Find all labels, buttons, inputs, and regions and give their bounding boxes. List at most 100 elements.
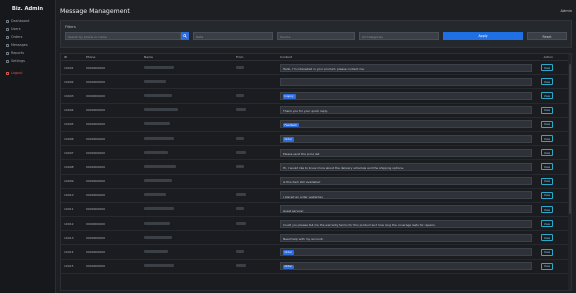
redacted-name xyxy=(144,264,174,268)
content-box: Is this item still available? xyxy=(280,177,532,186)
view-button[interactable]: View xyxy=(541,262,553,270)
cell-from xyxy=(236,236,280,240)
table-row[interactable]: 10011 0000000000 Great service! View xyxy=(61,203,571,218)
category-badge: Order xyxy=(282,136,294,142)
apply-button[interactable]: Apply xyxy=(443,32,523,40)
content-box: Hello, I'm interested in your product, p… xyxy=(280,63,532,72)
cell-name xyxy=(144,122,236,126)
gear-icon xyxy=(6,59,9,63)
cell-action: View xyxy=(536,262,556,270)
cell-id: 10010 xyxy=(64,193,74,198)
table-row[interactable]: 10012 0000000000 Could you please tell me … xyxy=(61,217,571,232)
table-row[interactable]: 10001 0000000000 Hello, I'm interested in … xyxy=(61,61,571,76)
table-scrollbar[interactable] xyxy=(568,54,571,290)
source-select[interactable]: Source xyxy=(277,32,355,40)
report-icon xyxy=(6,51,9,55)
redacted-name xyxy=(144,235,172,239)
view-button[interactable]: View xyxy=(541,92,553,100)
table-row[interactable]: 10015 0000000000 Order View xyxy=(61,260,571,274)
scrollbar-thumb[interactable] xyxy=(568,64,571,214)
cell-content: Order xyxy=(280,134,536,143)
content-box: Order xyxy=(280,134,532,143)
cell-content: Great service! xyxy=(280,205,536,214)
cell-id: 10002 xyxy=(64,79,74,84)
sidebar-item-dashboard[interactable]: Dashboard xyxy=(0,17,55,25)
sidebar-item-users[interactable]: Users xyxy=(0,25,55,33)
table-row[interactable]: 10002 0000000000 View xyxy=(61,75,571,90)
column-header-id[interactable]: ID xyxy=(61,55,86,59)
view-button[interactable]: View xyxy=(541,234,553,242)
view-button[interactable]: View xyxy=(541,78,553,86)
content-box: Order xyxy=(280,248,532,257)
view-button[interactable]: View xyxy=(541,163,553,171)
view-button[interactable]: View xyxy=(541,149,553,157)
column-header-action: Action xyxy=(543,55,553,59)
cell-name xyxy=(144,264,236,268)
content-box: Need help with my account. xyxy=(280,233,532,242)
view-button[interactable]: View xyxy=(541,106,553,114)
messages-table: ID Phone Name From Content Action 10001 0… xyxy=(60,53,572,291)
sidebar-item-messages[interactable]: Messages xyxy=(0,41,55,49)
table-row[interactable]: 10003 0000000000 Inquiry View xyxy=(61,89,571,104)
cell-action: View xyxy=(536,149,556,157)
table-row[interactable]: 10006 0000000000 Order View xyxy=(61,132,571,147)
table-row[interactable]: 10013 0000000000 Need help with my account… xyxy=(61,231,571,246)
cell-content: Order xyxy=(280,248,536,257)
redacted-name xyxy=(144,108,178,112)
view-button[interactable]: View xyxy=(541,205,553,213)
column-header-content[interactable]: Content xyxy=(280,55,536,59)
sidebar-item-orders[interactable]: Orders xyxy=(0,33,55,41)
view-button[interactable]: View xyxy=(541,120,553,128)
table-row[interactable]: 10007 0000000000 Please send the price lis… xyxy=(61,146,571,161)
cell-content: Hello, I'm interested in your product, p… xyxy=(280,63,536,72)
sidebar-item-reports[interactable]: Reports xyxy=(0,49,55,57)
cell-from xyxy=(236,136,280,141)
search-group: Search by phone or name xyxy=(65,32,189,40)
table-row[interactable]: 10004 0000000000 Thank you for your quick … xyxy=(61,104,571,118)
redacted-source xyxy=(236,250,244,254)
cell-from xyxy=(236,179,280,183)
cell-action: View xyxy=(536,205,556,213)
table-row[interactable]: 10014 0000000000 Order View xyxy=(61,245,571,260)
table-row[interactable]: 10008 0000000000 Hi, I would like to know … xyxy=(61,160,571,175)
cell-phone: 0000000000 xyxy=(86,108,106,113)
cell-id: 10007 xyxy=(64,150,74,155)
table-row[interactable]: 10005 0000000000 Feedback View xyxy=(61,118,571,132)
reset-button[interactable]: Reset xyxy=(527,32,567,40)
cell-id: 10013 xyxy=(64,235,74,240)
column-header-name[interactable]: Name xyxy=(144,55,236,59)
search-button[interactable] xyxy=(181,32,189,40)
redacted-source xyxy=(236,93,244,97)
cell-from xyxy=(236,264,280,268)
table-row[interactable]: 10010 0000000000 I placed an order yesterd… xyxy=(61,189,571,203)
cell-name xyxy=(144,65,236,70)
cell-action: View xyxy=(536,135,556,143)
view-button[interactable]: View xyxy=(541,64,553,72)
view-button[interactable]: View xyxy=(541,177,553,185)
search-input[interactable]: Search by phone or name xyxy=(65,32,181,40)
top-bar: Message Management Admin xyxy=(60,4,572,18)
redacted-name xyxy=(144,221,170,225)
cell-from xyxy=(236,150,280,155)
redacted-source xyxy=(236,150,246,154)
column-header-from[interactable]: From xyxy=(236,55,280,59)
view-button[interactable]: View xyxy=(541,135,553,143)
view-button[interactable]: View xyxy=(541,191,553,199)
view-button[interactable]: View xyxy=(541,248,553,256)
view-button[interactable]: View xyxy=(541,220,553,228)
cell-from xyxy=(236,108,280,112)
column-header-phone[interactable]: Phone xyxy=(86,55,144,59)
sidebar: Biz. Admin Dashboard Users Orders Messag… xyxy=(0,0,56,293)
user-menu[interactable]: Admin xyxy=(561,9,572,13)
table-body: 10001 0000000000 Hello, I'm interested in … xyxy=(61,61,571,274)
date-filter[interactable]: Date xyxy=(193,32,273,40)
redacted-name xyxy=(144,193,166,197)
sidebar-item-settings[interactable]: Settings xyxy=(0,57,55,65)
cell-from xyxy=(236,122,280,126)
table-row[interactable]: 10009 0000000000 Is this item still availa… xyxy=(61,175,571,189)
cell-id: 10004 xyxy=(64,108,74,113)
sidebar-item-label: Settings xyxy=(11,59,25,63)
sidebar-item-logout[interactable]: Logout xyxy=(0,69,55,77)
cell-name xyxy=(144,250,236,254)
category-select[interactable]: All Categories xyxy=(359,32,439,40)
